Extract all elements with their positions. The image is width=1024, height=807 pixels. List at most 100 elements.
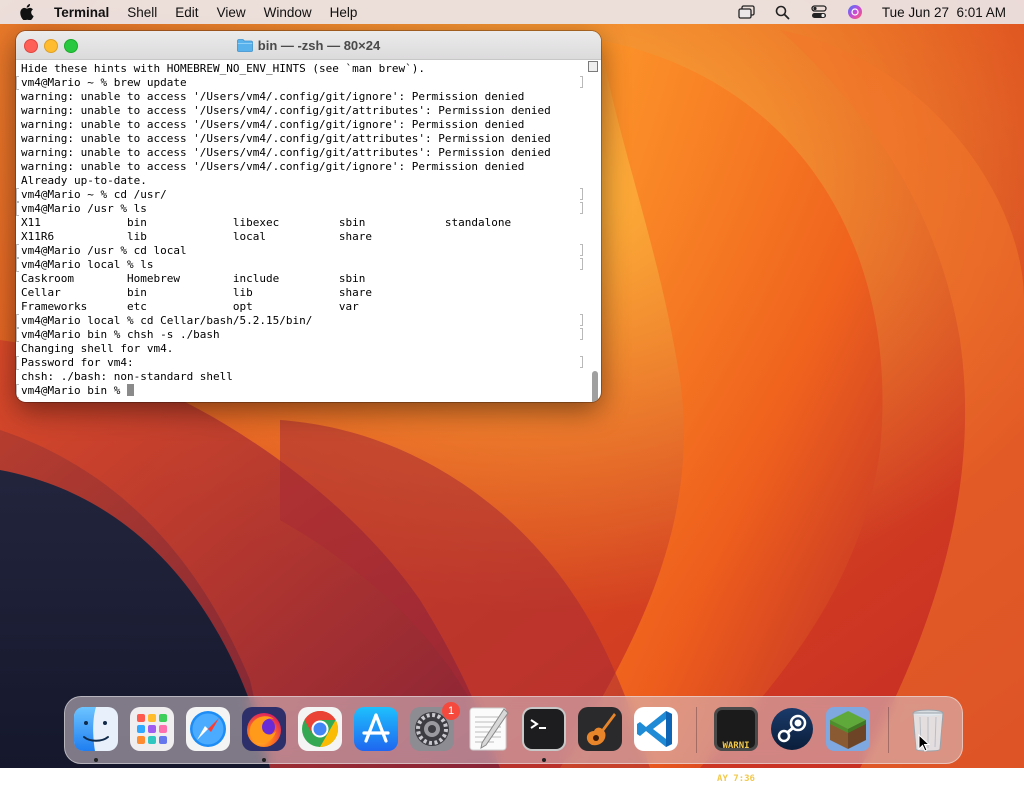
terminal-prompt-text: vm4@Mario bin % <box>21 384 127 397</box>
dock-safari[interactable] <box>184 705 232 753</box>
prompt-marker <box>16 356 19 370</box>
running-indicator <box>542 758 546 762</box>
menu-edit[interactable]: Edit <box>175 5 198 20</box>
terminal-line-text: vm4@Mario /usr % cd local <box>21 244 187 257</box>
terminal-line-text: warning: unable to access '/Users/vm4/.c… <box>21 160 525 173</box>
terminal-line-text: chsh: ./bash: non-standard shell <box>21 370 233 383</box>
dock-minecraft[interactable] <box>824 705 872 753</box>
menu-view[interactable]: View <box>217 5 246 20</box>
text-cursor <box>126 384 134 396</box>
dock-garageband[interactable] <box>576 705 624 753</box>
terminal-output-line: warning: unable to access '/Users/vm4/.c… <box>21 146 601 160</box>
prompt-marker <box>16 258 19 272</box>
launchpad-icon <box>130 707 174 751</box>
siri-icon[interactable] <box>846 3 864 21</box>
terminal-line-text: vm4@Mario local % ls <box>21 258 154 271</box>
menu-bar: Terminal Shell Edit View Window Help Tue… <box>0 0 1024 24</box>
terminal-line-text: Already up-to-date. <box>21 174 147 187</box>
dock-separator <box>696 707 697 753</box>
terminal-window[interactable]: bin — -zsh — 80×24 Hide these hints with… <box>16 31 601 402</box>
minecraft-icon <box>826 707 870 751</box>
terminal-title-text: bin — -zsh — 80×24 <box>257 37 381 53</box>
prompt-marker-end <box>580 244 583 256</box>
prompt-marker <box>16 314 19 328</box>
terminal-line-text: X11R6 lib local share <box>21 230 372 243</box>
prompt-marker-end <box>580 202 583 214</box>
terminal-line-text: Password for vm4: <box>21 356 134 369</box>
menu-window[interactable]: Window <box>264 5 312 20</box>
console-time-text: AY 7:36 <box>717 774 755 784</box>
prompt-marker-end <box>580 356 583 368</box>
terminal-command-line: vm4@Mario ~ % brew update <box>16 76 601 90</box>
terminal-command-line: vm4@Mario /usr % ls <box>16 202 601 216</box>
dock-launchpad[interactable] <box>128 705 176 753</box>
vscode-icon <box>634 707 678 751</box>
terminal-line-text: Frameworks etc opt var <box>21 300 359 313</box>
dock-terminal[interactable] <box>520 705 568 753</box>
prompt-marker-end <box>580 314 583 326</box>
finder-icon <box>74 707 118 751</box>
terminal-line-text: Hide these hints with HOMEBREW_NO_ENV_HI… <box>21 62 425 75</box>
terminal-command-line: vm4@Mario local % ls <box>16 258 601 272</box>
prompt-marker <box>16 188 19 202</box>
terminal-output-line: warning: unable to access '/Users/vm4/.c… <box>21 104 601 118</box>
terminal-line-text: warning: unable to access '/Users/vm4/.c… <box>21 146 551 159</box>
dock-vscode[interactable] <box>632 705 680 753</box>
terminal-line-text: vm4@Mario bin % chsh -s ./bash <box>21 328 220 341</box>
terminal-output[interactable]: Hide these hints with HOMEBREW_NO_ENV_HI… <box>16 60 601 402</box>
terminal-line-text: Changing shell for vm4. <box>21 342 174 355</box>
dock-firefox[interactable] <box>240 705 288 753</box>
control-center-icon[interactable] <box>810 3 828 21</box>
terminal-current-prompt[interactable]: vm4@Mario bin % <box>16 384 601 398</box>
apple-menu-icon[interactable] <box>18 3 36 21</box>
terminal-line-text: vm4@Mario /usr % ls <box>21 202 147 215</box>
dock-textedit[interactable] <box>464 705 512 753</box>
prompt-marker-end <box>580 76 583 88</box>
terminal-line-text: vm4@Mario ~ % cd /usr/ <box>21 188 167 201</box>
dock-steam[interactable] <box>768 705 816 753</box>
dock-app-store[interactable] <box>352 705 400 753</box>
app-store-icon <box>354 707 398 751</box>
prompt-marker-end <box>580 188 583 200</box>
dock-finder[interactable] <box>72 705 120 753</box>
screen-mirroring-icon[interactable] <box>738 3 756 21</box>
prompt-marker <box>16 244 19 258</box>
terminal-command-line: Password for vm4: <box>16 356 601 370</box>
menu-app-terminal[interactable]: Terminal <box>54 5 109 20</box>
terminal-line-text: vm4@Mario ~ % brew update <box>21 76 187 89</box>
terminal-line-text: warning: unable to access '/Users/vm4/.c… <box>21 104 551 117</box>
terminal-output-line: X11R6 lib local share <box>21 230 601 244</box>
terminal-line-text: vm4@Mario local % cd Cellar/bash/5.2.15/… <box>21 314 313 327</box>
terminal-line-text: Cellar bin lib share <box>21 286 372 299</box>
spotlight-search-icon[interactable] <box>774 3 792 21</box>
dock-console[interactable]: WARNI AY 7:36 <box>712 705 760 784</box>
steam-icon <box>771 708 813 750</box>
firefox-icon <box>242 707 286 751</box>
terminal-command-line: vm4@Mario ~ % cd /usr/ <box>16 188 601 202</box>
terminal-title-bar[interactable]: bin — -zsh — 80×24 <box>16 31 601 60</box>
dock-separator <box>888 707 889 753</box>
terminal-output-line: warning: unable to access '/Users/vm4/.c… <box>21 132 601 146</box>
split-pane-button[interactable] <box>588 61 598 72</box>
prompt-marker-end <box>580 328 583 340</box>
terminal-output-line: Caskroom Homebrew include sbin <box>21 272 601 286</box>
terminal-title: bin — -zsh — 80×24 <box>16 31 601 59</box>
menu-help[interactable]: Help <box>330 5 358 20</box>
terminal-output-line: chsh: ./bash: non-standard shell <box>21 370 601 384</box>
folder-icon <box>236 38 253 52</box>
menu-shell[interactable]: Shell <box>127 5 157 20</box>
prompt-marker <box>16 328 19 342</box>
garageband-icon <box>578 707 622 751</box>
dock-chrome[interactable] <box>296 705 344 753</box>
terminal-icon <box>522 707 566 751</box>
notification-badge: 1 <box>442 702 460 720</box>
terminal-line-text: warning: unable to access '/Users/vm4/.c… <box>21 90 525 103</box>
prompt-marker-end <box>580 258 583 270</box>
terminal-output-line: Cellar bin lib share <box>21 286 601 300</box>
scrollbar-thumb[interactable] <box>592 371 598 402</box>
terminal-output-line: X11 bin libexec sbin standalone <box>21 216 601 230</box>
dock-system-settings[interactable]: 1 <box>408 702 460 753</box>
terminal-line-text: X11 bin libexec sbin standalone <box>21 216 512 229</box>
terminal-output-line: Hide these hints with HOMEBREW_NO_ENV_HI… <box>21 62 601 76</box>
menu-bar-clock[interactable]: Tue Jun 27 6:01 AM <box>882 5 1006 20</box>
